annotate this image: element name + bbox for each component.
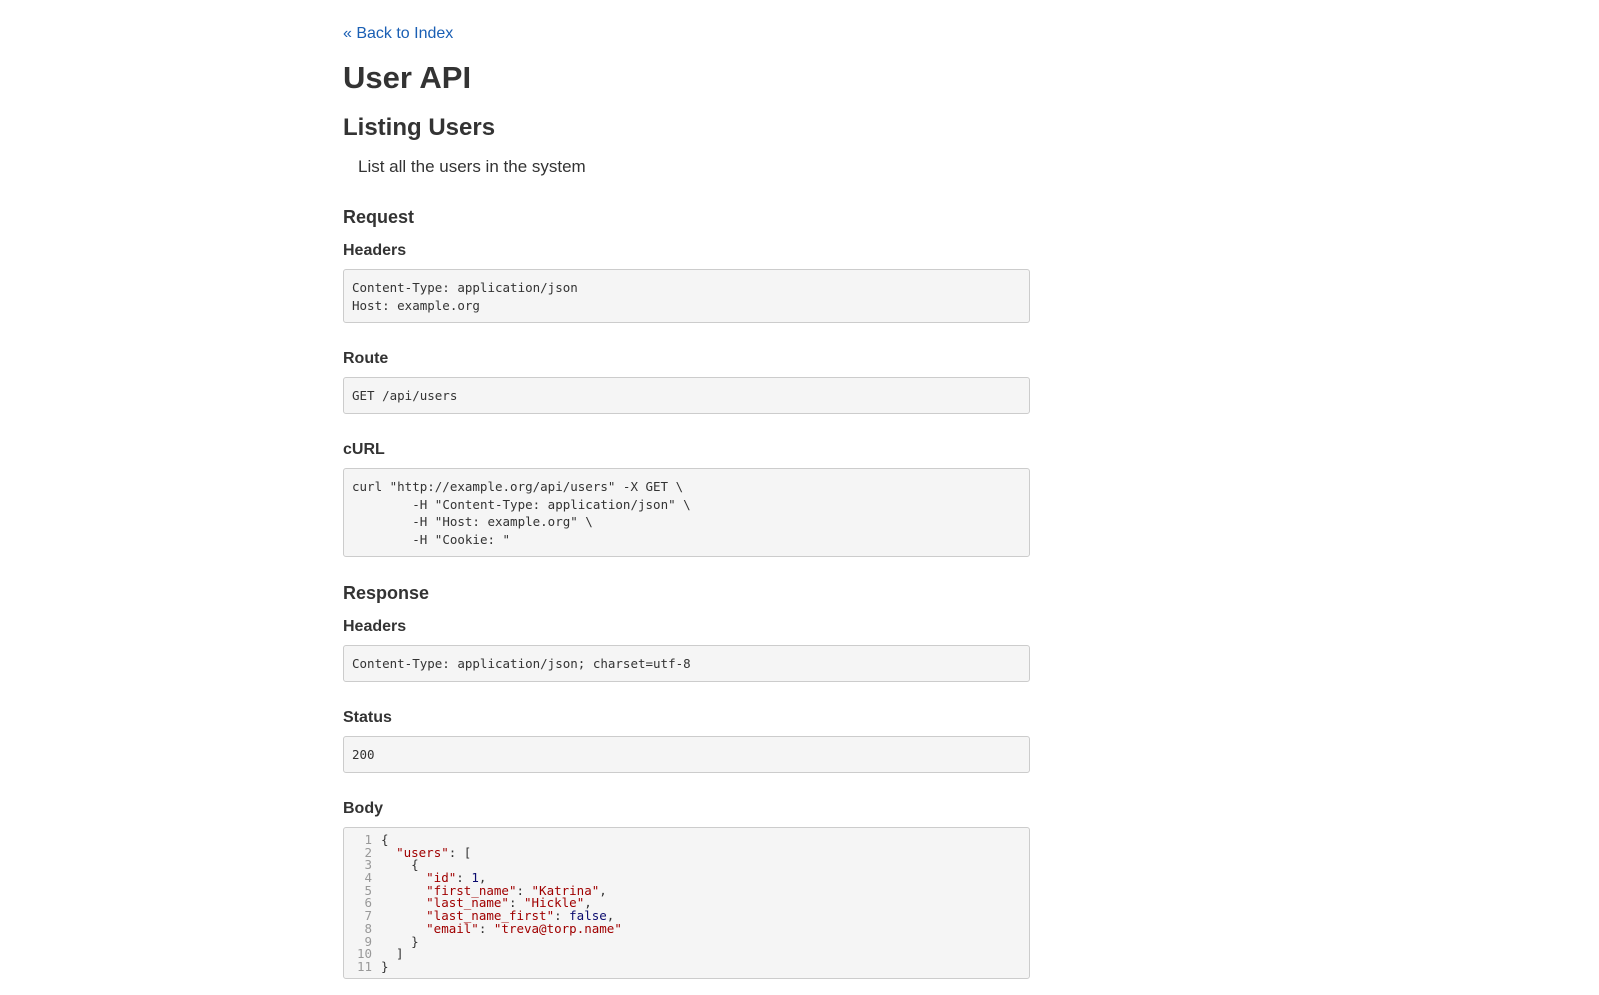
- code-line: {: [381, 832, 389, 847]
- json-body-lines: { "users": [ { "id": 1, "first_name": "K…: [381, 832, 1029, 978]
- line-number-gutter: 1 2 3 4 5 6 7 8 9 10 11: [344, 833, 381, 978]
- request-headers-block: Content-Type: application/json Host: exa…: [343, 269, 1030, 323]
- section-explanation: List all the users in the system: [358, 157, 586, 176]
- code-line: }: [381, 933, 419, 949]
- section-title: Listing Users: [343, 114, 496, 141]
- code-line: ]: [381, 946, 404, 962]
- code-line: "users": [: [396, 844, 472, 860]
- response-headers-label: Headers: [343, 618, 407, 635]
- json-key: "email": [426, 920, 479, 936]
- code-line: }: [381, 958, 389, 974]
- status-block: 200: [343, 736, 1030, 773]
- body-label: Body: [343, 800, 383, 817]
- page-title: User API: [343, 60, 472, 95]
- response-heading: Response: [343, 583, 430, 603]
- back-to-index-link[interactable]: « Back to Index: [343, 24, 1030, 44]
- request-heading: Request: [343, 207, 415, 227]
- route-block: GET /api/users: [343, 377, 1030, 414]
- response-body-code: 1 2 3 4 5 6 7 8 9 10 11 { "users": [ { "…: [343, 827, 1030, 979]
- api-doc-content: « Back to Index User API Listing Users L…: [343, 0, 1030, 979]
- line-number: 11: [356, 958, 372, 974]
- curl-block: curl "http://example.org/api/users" -X G…: [343, 468, 1030, 557]
- request-headers-label: Headers: [343, 242, 407, 259]
- route-label: Route: [343, 350, 389, 367]
- code-line: "email": "treva@torp.name": [426, 920, 622, 936]
- response-headers-block: Content-Type: application/json; charset=…: [343, 645, 1030, 682]
- status-label: Status: [343, 709, 392, 726]
- curl-label: cURL: [343, 441, 385, 458]
- json-value: "treva@torp.name": [493, 920, 622, 936]
